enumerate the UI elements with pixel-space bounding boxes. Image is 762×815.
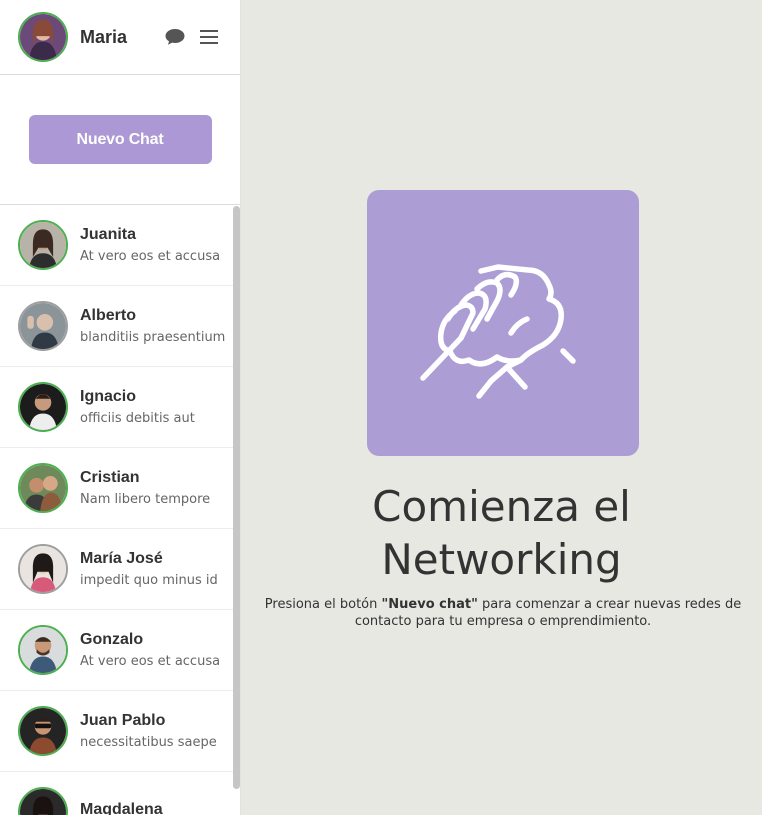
chat-item-juanita[interactable]: Juanita At vero eos et accusa [0,205,233,286]
contact-name: María José [80,550,163,567]
contact-avatar [18,787,68,815]
last-message: impedit quo minus id [80,573,218,588]
contact-name: Juanita [80,226,137,243]
last-message: blanditiis praesentium [80,330,226,345]
sidebar: Maria Nuevo Chat Juanita At vero eos et a… [0,0,241,815]
profile-header: Maria [0,0,240,75]
last-message: At vero eos et accusa [80,249,221,264]
last-message: Nam libero tempore [80,492,211,507]
title-line-1: Comienza el [372,482,631,531]
contact-avatar [18,220,68,270]
contact-name: Magdalena [80,800,163,815]
last-message: necessitatibus saepe [80,735,217,750]
contact-name: Ignacio [80,388,137,405]
hamburger-menu-icon[interactable] [198,26,220,48]
contact-avatar [18,544,68,594]
description: Presiona el botón "Nuevo chat" para come… [261,596,745,630]
last-message: officiis debitis aut [80,411,195,426]
contact-avatar [18,463,68,513]
handshake-icon [420,264,576,399]
chat-item-ignacio[interactable]: Ignacio officiis debitis aut [0,367,233,448]
chat-item-cristian[interactable]: Cristian Nam libero tempore [0,448,233,529]
description-highlight: "Nuevo chat" [381,597,478,612]
page-title: Comienza el Networking [241,480,762,586]
contact-name: Alberto [80,307,136,324]
chat-bubble-icon[interactable] [164,26,186,48]
contact-name: Gonzalo [80,631,144,648]
description-prefix: Presiona el botón [264,597,382,612]
new-chat-button[interactable]: Nuevo Chat [28,115,212,164]
chat-item-gonzalo[interactable]: Gonzalo At vero eos et accusa [0,610,233,691]
contact-avatar [18,625,68,675]
chat-item-magdalena[interactable]: Magdalena [0,772,233,815]
contact-avatar [18,706,68,756]
contact-name: Cristian [80,469,140,486]
main-panel: Comienza el Networking Presiona el botón… [241,0,762,815]
user-avatar[interactable] [18,12,68,62]
last-message: At vero eos et accusa [80,654,221,669]
chat-item-alberto[interactable]: Alberto blanditiis praesentium [0,286,233,367]
contact-avatar [18,301,68,351]
new-chat-area: Nuevo Chat [0,75,240,205]
hero-image [367,190,639,456]
contact-avatar [18,382,68,432]
title-line-2: Networking [381,535,622,584]
user-name: Maria [80,26,128,47]
chat-item-maria-jose[interactable]: María José impedit quo minus id [0,529,233,610]
chat-list-scrollbar[interactable] [233,206,240,789]
chat-item-juan-pablo[interactable]: Juan Pablo necessitatibus saepe [0,691,233,772]
contact-name: Juan Pablo [80,712,166,729]
chat-list: Juanita At vero eos et accusa Alberto blan… [0,205,233,815]
